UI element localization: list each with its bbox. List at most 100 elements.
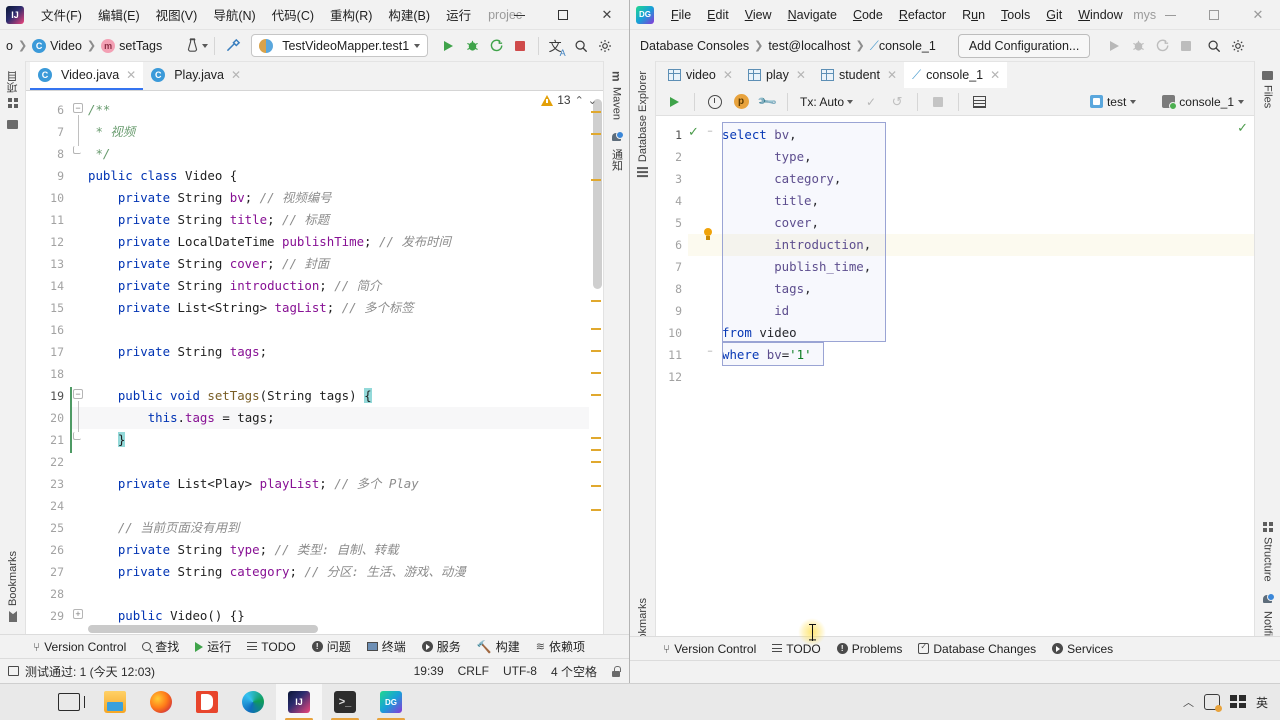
- file-encoding[interactable]: UTF-8: [503, 664, 537, 678]
- minimize-button[interactable]: [1148, 0, 1192, 30]
- breadcrumb-console[interactable]: ⟋ console_1: [866, 36, 940, 56]
- search-icon[interactable]: [569, 34, 593, 58]
- readonly-lock-icon[interactable]: [611, 665, 621, 677]
- gutter-line-number[interactable]: 10: [656, 322, 688, 344]
- settings-gear-icon[interactable]: [593, 34, 617, 58]
- parameters-icon[interactable]: p: [729, 90, 753, 114]
- commit-icon[interactable]: ✓: [859, 90, 883, 114]
- close-tab-icon[interactable]: ✕: [887, 68, 897, 82]
- gutter-line-number[interactable]: 11: [656, 344, 688, 366]
- session-selector[interactable]: console_1: [1158, 93, 1248, 111]
- gutter-line-number[interactable]: 21: [26, 429, 70, 451]
- indent-setting[interactable]: 4 个空格: [551, 663, 597, 680]
- bottom-tool-problems[interactable]: ! Problems: [830, 639, 910, 659]
- menu-file[interactable]: File: [664, 4, 698, 26]
- run-icon[interactable]: [436, 34, 460, 58]
- close-tab-icon[interactable]: ✕: [990, 68, 1000, 82]
- taskbar-file-explorer[interactable]: [92, 684, 138, 720]
- gutter-line-number[interactable]: 11: [26, 209, 70, 231]
- java-code-editor[interactable]: 13 ⌃ ⌄ 6 7 8 9 10 11 12 13 14 15 16 17 18 19 20 21 22 23 2…: [26, 91, 603, 634]
- editor-tab-console-1[interactable]: ⟋ console_1 ✕: [904, 62, 1008, 90]
- fold-toggle-method[interactable]: −: [73, 389, 83, 399]
- gutter-line-number[interactable]: 9: [26, 165, 70, 187]
- previous-problem-icon[interactable]: ⌃: [575, 94, 584, 107]
- caret-position[interactable]: 19:39: [414, 664, 444, 678]
- gutter-line-number[interactable]: 12: [26, 231, 70, 253]
- gutter-line-number[interactable]: 2: [656, 146, 688, 168]
- menu-navigate[interactable]: Navigate: [781, 4, 844, 26]
- gutter-line-number[interactable]: 3: [656, 168, 688, 190]
- tray-app-icon[interactable]: [1203, 694, 1222, 712]
- settings-wrench-icon[interactable]: 🔧: [755, 90, 779, 114]
- gutter-line-number[interactable]: 18: [26, 363, 70, 385]
- maximize-button[interactable]: [1192, 0, 1236, 30]
- gutter-line-number[interactable]: 19: [26, 385, 70, 407]
- sidebar-item-notifications[interactable]: 通知: [609, 126, 625, 177]
- menu-run[interactable]: Run: [955, 4, 992, 26]
- close-tab-icon[interactable]: ✕: [126, 68, 136, 82]
- taskbar-office[interactable]: [184, 684, 230, 720]
- fold-toggle-constructor[interactable]: +: [73, 609, 83, 619]
- editor-tab-play-java[interactable]: C Play.java ✕: [143, 62, 248, 90]
- gutter-line-number[interactable]: 8: [26, 143, 70, 165]
- bottom-tool-version-control[interactable]: ⑂ Version Control: [26, 637, 133, 657]
- gutter-line-number[interactable]: 9: [656, 300, 688, 322]
- close-tab-icon[interactable]: ✕: [796, 68, 806, 82]
- fold-toggle-where[interactable]: −: [705, 347, 715, 357]
- stop-icon[interactable]: [926, 90, 950, 114]
- editor-horizontal-scrollbar[interactable]: [88, 625, 318, 633]
- next-problem-icon[interactable]: ⌄: [588, 94, 597, 107]
- close-tab-icon[interactable]: ✕: [723, 68, 733, 82]
- editor-scrollbar-thumb[interactable]: [593, 99, 602, 289]
- gutter-line-number[interactable]: 7: [656, 256, 688, 278]
- sql-console-editor[interactable]: 1 2 3 4 5 6 7 8 9 10 11 12 ✓ − − select bv, type, c…: [656, 116, 1254, 636]
- fold-toggle-javadoc[interactable]: −: [73, 103, 83, 113]
- menu-git[interactable]: Git: [1039, 4, 1069, 26]
- editor-tab-video[interactable]: video ✕: [660, 62, 740, 90]
- gutter-line-number[interactable]: 5: [656, 212, 688, 234]
- stop-icon[interactable]: [508, 34, 532, 58]
- taskbar-intellij-idea[interactable]: IJ: [276, 683, 322, 720]
- taskbar-terminal[interactable]: >_: [322, 684, 368, 720]
- sidebar-item-maven[interactable]: m Maven: [610, 65, 624, 126]
- gutter-line-number[interactable]: 27: [26, 561, 70, 583]
- menu-view[interactable]: View: [738, 4, 779, 26]
- gutter-line-number[interactable]: 28: [26, 583, 70, 605]
- maximize-button[interactable]: [541, 0, 585, 30]
- schema-selector[interactable]: test: [1086, 93, 1140, 111]
- gutter-line-number[interactable]: 22: [26, 451, 70, 473]
- gutter-line-number[interactable]: 13: [26, 253, 70, 275]
- bottom-tool-run[interactable]: 运行: [188, 635, 238, 658]
- gutter-line-number[interactable]: 24: [26, 495, 70, 517]
- code-folding-column[interactable]: ✓ − −: [688, 116, 718, 636]
- gutter-line-number[interactable]: 6: [26, 99, 70, 121]
- translate-icon[interactable]: 文A: [545, 34, 569, 58]
- gutter-line-number[interactable]: 25: [26, 517, 70, 539]
- bottom-tool-database-changes[interactable]: Database Changes: [911, 639, 1043, 659]
- gutter-line-number[interactable]: 12: [656, 366, 688, 388]
- run-with-coverage-icon[interactable]: [1150, 34, 1174, 58]
- breadcrumb-datasource[interactable]: test@localhost: [764, 37, 854, 55]
- gutter-line-number[interactable]: 15: [26, 297, 70, 319]
- menu-edit[interactable]: Edit: [700, 4, 736, 26]
- table-output-icon[interactable]: [967, 90, 991, 114]
- menu-file[interactable]: 文件(F): [34, 1, 89, 28]
- run-with-coverage-icon[interactable]: [484, 34, 508, 58]
- editor-gutter[interactable]: 6 7 8 9 10 11 12 13 14 15 16 17 18 19 20 21 22 23 24 25 26 27…: [26, 91, 70, 634]
- sidebar-item-bookmarks[interactable]: Bookmarks: [7, 545, 19, 628]
- bottom-tool-find[interactable]: 查找: [135, 635, 186, 658]
- menu-refactor[interactable]: 重构(R): [323, 1, 379, 28]
- breadcrumb-item-class[interactable]: C Video: [28, 37, 86, 55]
- build-hammer-icon[interactable]: [221, 34, 245, 58]
- gutter-line-number[interactable]: 20: [26, 407, 70, 429]
- sidebar-item-project[interactable]: 项目: [5, 65, 21, 114]
- inspection-ok-widget[interactable]: ✓: [1237, 120, 1248, 136]
- debug-icon[interactable]: [1126, 34, 1150, 58]
- gutter-line-number[interactable]: 6: [656, 234, 688, 256]
- run-icon[interactable]: [1102, 34, 1126, 58]
- gutter-line-number[interactable]: 10: [26, 187, 70, 209]
- run-configuration-selector[interactable]: TestVideoMapper.test1: [251, 34, 429, 57]
- search-icon[interactable]: [1202, 34, 1226, 58]
- settings-gear-icon[interactable]: [1226, 34, 1250, 58]
- code-folding-column[interactable]: − − +: [70, 91, 86, 634]
